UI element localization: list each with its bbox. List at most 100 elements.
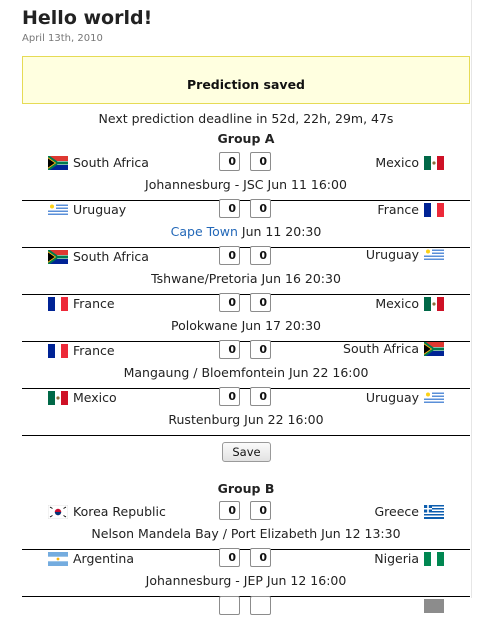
away-score-input[interactable]: 0 (250, 340, 271, 359)
prediction-saved-notice: Prediction saved (22, 56, 470, 104)
kickoff-time: Jun 12 13:30 (321, 526, 401, 541)
home-score-input[interactable]: 0 (219, 293, 240, 312)
south-africa-flag-icon (48, 155, 68, 170)
venue: Rustenburg (168, 412, 241, 427)
venue: Johannesburg - JEP (145, 573, 263, 588)
home-team-name: Mexico (73, 390, 117, 405)
south-africa-flag-icon (48, 249, 68, 264)
mexico-flag-icon (48, 390, 68, 405)
venue: Nelson Mandela Bay / Port Elizabeth (91, 526, 318, 541)
group-title: Group A (217, 131, 275, 146)
uruguay-flag-icon (48, 202, 68, 217)
match-row: Uruguay 0 0 France Cape Town Jun 11 20:3… (22, 199, 470, 248)
home-team: South Africa (48, 247, 149, 266)
match-venue-time: Tshwane/Pretoria Jun 16 20:30 (22, 271, 470, 287)
save-button[interactable]: Save (222, 442, 271, 462)
away-team-name: Mexico (375, 155, 419, 170)
home-team: France (48, 341, 115, 360)
away-team: Nigeria (374, 549, 444, 568)
away-team: Uruguay (366, 245, 444, 264)
home-team-name: Korea Republic (73, 504, 166, 519)
away-score-input[interactable]: 0 (250, 246, 271, 265)
korea-flag-icon (48, 504, 68, 519)
home-score-input[interactable]: 0 (219, 548, 240, 567)
flag-icon (424, 598, 444, 613)
away-team: Uruguay (366, 388, 444, 407)
match-venue-time: Nelson Mandela Bay / Port Elizabeth Jun … (22, 526, 470, 542)
home-score-input[interactable]: 0 (219, 387, 240, 406)
away-team: Greece (374, 502, 444, 521)
match-row: South Africa 0 0 Uruguay Tshwane/Pretori… (22, 245, 470, 295)
home-team: Mexico (48, 388, 117, 407)
home-score-input[interactable]: 0 (219, 199, 240, 218)
home-score-input[interactable]: 0 (219, 152, 240, 171)
home-team: France (48, 294, 115, 313)
away-team: Mexico (375, 153, 444, 172)
content-border (471, 0, 472, 598)
uruguay-flag-icon (424, 247, 444, 262)
away-score-input[interactable] (250, 596, 271, 615)
post-date: April 13th, 2010 (22, 33, 103, 44)
away-team-name: Nigeria (374, 551, 419, 566)
mexico-flag-icon (424, 155, 444, 170)
home-team: South Africa (48, 153, 149, 172)
home-score-input[interactable] (219, 596, 240, 615)
france-flag-icon (48, 296, 68, 311)
away-team-name: Uruguay (365, 390, 419, 405)
venue: Mangaung / Bloemfontein (123, 365, 285, 380)
home-team: Korea Republic (48, 502, 166, 521)
match-venue-time: Mangaung / Bloemfontein Jun 22 16:00 (22, 365, 470, 381)
greece-flag-icon (424, 504, 444, 519)
match-row: Argentina 0 0 Nigeria Johannesburg - JEP… (22, 548, 470, 597)
kickoff-time: Jun 11 20:30 (241, 224, 322, 239)
home-score-input[interactable]: 0 (219, 340, 240, 359)
away-team (419, 596, 444, 615)
venue: Tshwane/Pretoria (151, 271, 258, 286)
match-venue-time: Johannesburg - JEP Jun 12 16:00 (22, 573, 470, 589)
match-venue-time: Cape Town Jun 11 20:30 (22, 224, 470, 240)
kickoff-time: Jun 22 16:00 (244, 412, 324, 427)
match-venue-time: Polokwane Jun 17 20:30 (22, 318, 470, 334)
away-team-name: South Africa (343, 341, 419, 356)
venue: Johannesburg - JSC (145, 177, 264, 192)
uruguay-flag-icon (424, 390, 444, 405)
home-team: Uruguay (48, 200, 126, 219)
match-row: France 0 0 Mexico Polokwane Jun 17 20:30 (22, 293, 470, 342)
match-venue-time: Rustenburg Jun 22 16:00 (22, 412, 470, 428)
away-score-input[interactable]: 0 (250, 199, 271, 218)
away-score-input[interactable]: 0 (250, 387, 271, 406)
away-team: Mexico (375, 294, 444, 313)
kickoff-time: Jun 11 16:00 (267, 177, 347, 192)
match-row: Korea Republic 0 0 Greece Nelson Mandela… (22, 501, 470, 550)
away-score-input[interactable]: 0 (250, 548, 271, 567)
kickoff-time: Jun 17 20:30 (241, 318, 321, 333)
home-team-name: South Africa (73, 155, 149, 170)
away-score-input[interactable]: 0 (250, 293, 271, 312)
south-africa-flag-icon (424, 341, 444, 356)
venue: Polokwane (170, 318, 238, 333)
home-score-input[interactable]: 0 (219, 501, 240, 520)
venue-link[interactable]: Cape Town (171, 224, 238, 239)
kickoff-time: Jun 12 16:00 (266, 573, 347, 588)
france-flag-icon (48, 343, 68, 358)
home-team-name: France (73, 296, 115, 311)
france-flag-icon (424, 202, 444, 217)
home-team-name: Argentina (73, 551, 134, 566)
away-score-input[interactable]: 0 (250, 152, 271, 171)
away-score-input[interactable]: 0 (250, 501, 271, 520)
away-team-name: France (377, 202, 419, 217)
away-team-name: Greece (374, 504, 420, 519)
group-title: Group B (217, 481, 275, 496)
away-team: France (377, 200, 444, 219)
kickoff-time: Jun 16 20:30 (261, 271, 341, 286)
home-score-input[interactable]: 0 (219, 246, 240, 265)
post-title[interactable]: Hello world! (22, 7, 152, 29)
nigeria-flag-icon (424, 551, 444, 566)
home-team: Argentina (48, 549, 134, 568)
kickoff-time: Jun 22 16:00 (288, 365, 369, 380)
match-row: South Africa 0 0 Mexico Johannesburg - J… (22, 152, 470, 201)
home-team-name: South Africa (73, 249, 149, 264)
away-team-name: Uruguay (365, 247, 419, 262)
match-venue-time: Johannesburg - JSC Jun 11 16:00 (22, 177, 470, 193)
away-team-name: Mexico (375, 296, 419, 311)
